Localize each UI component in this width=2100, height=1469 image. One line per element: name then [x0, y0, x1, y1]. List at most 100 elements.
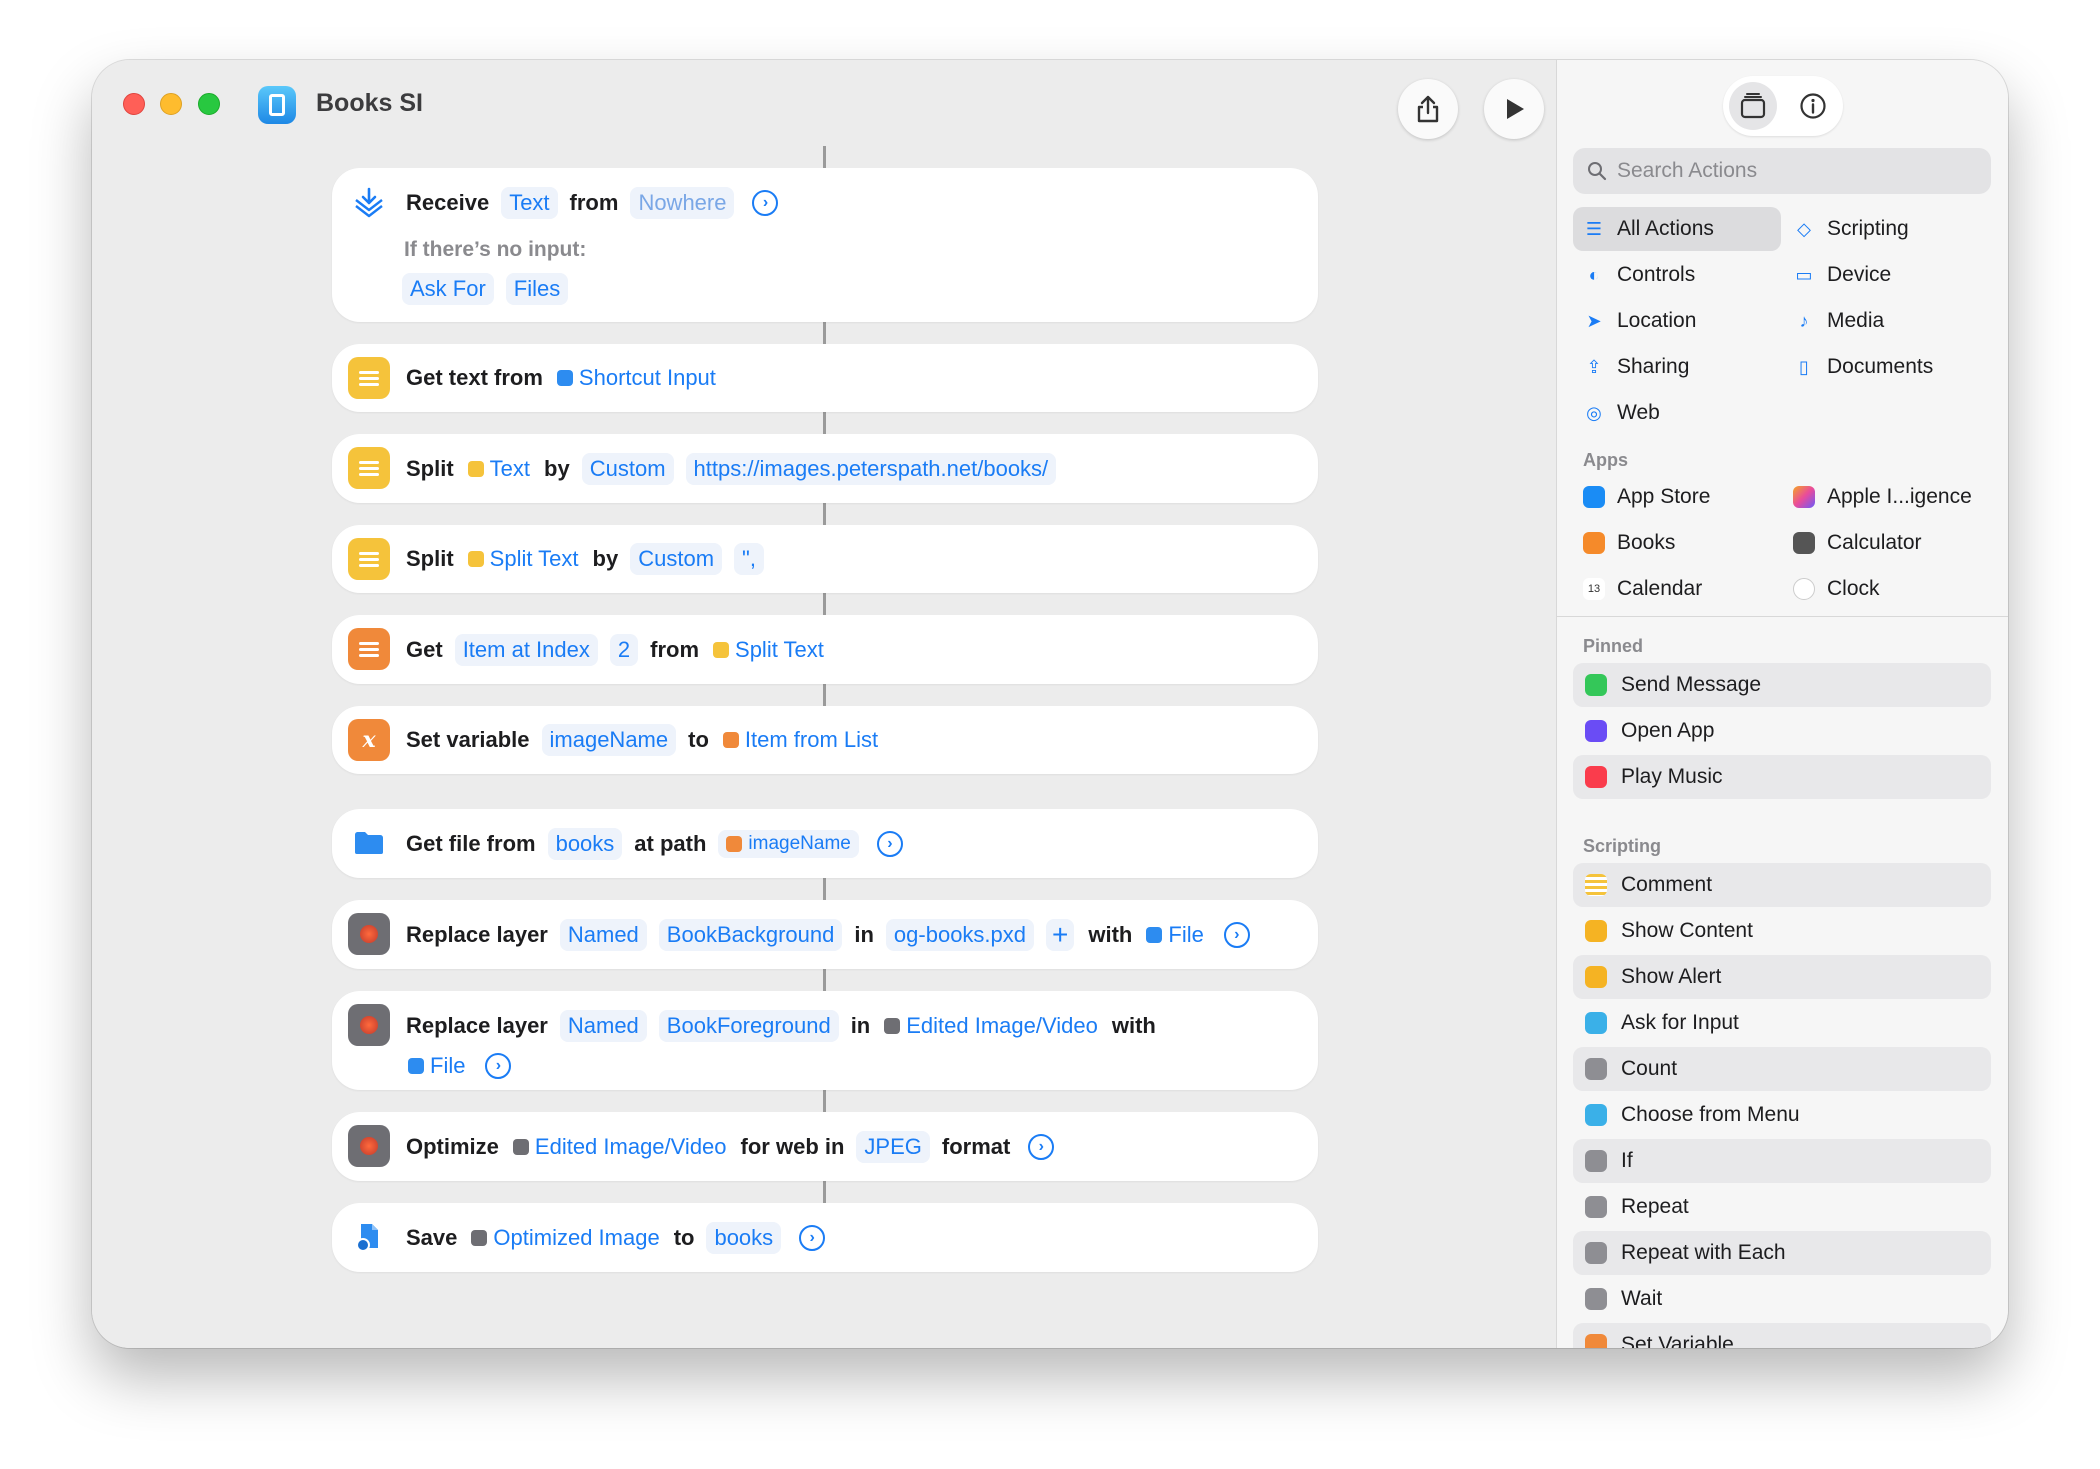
action-label: Show Alert	[1621, 965, 1722, 988]
zoom-button[interactable]	[198, 93, 220, 115]
edited-image-token[interactable]: Edited Image/Video	[882, 1010, 1100, 1042]
image-name-token[interactable]: imageName	[718, 830, 859, 858]
index-token[interactable]: 2	[609, 634, 639, 666]
input-type-token[interactable]: Text	[501, 187, 558, 219]
action-optimize[interactable]: Optimize Edited Image/Video for web in J…	[332, 1112, 1318, 1181]
search-input[interactable]	[1617, 159, 1977, 183]
action-set-variable[interactable]: x Set variable imageName to Item from Li…	[332, 706, 1318, 774]
split-text-variable-token[interactable]: Split Text	[711, 634, 826, 666]
pinned-send-message[interactable]: Send Message	[1573, 663, 1991, 707]
pinned-section-label: Pinned	[1583, 636, 1644, 656]
separator-mode-token[interactable]: Custom	[581, 453, 674, 485]
split-text-variable-text: Split Text	[489, 546, 579, 571]
share-icon	[1417, 95, 1439, 123]
scripting-set-variable[interactable]: Set Variable	[1573, 1323, 1991, 1348]
custom-separator-token[interactable]: ",	[734, 543, 764, 575]
expand-chevron-icon[interactable]: ›	[876, 831, 903, 857]
files-token[interactable]: Files	[505, 273, 569, 305]
scripting-count[interactable]: Count	[1573, 1047, 1991, 1091]
details-tab[interactable]	[1789, 82, 1837, 130]
app-calendar[interactable]: 13 Calendar	[1573, 567, 1781, 611]
expand-chevron-icon[interactable]: ›	[752, 190, 779, 216]
layer-name-token[interactable]: BookForeground	[658, 1010, 839, 1042]
category-web[interactable]: ◎ Web	[1573, 391, 1781, 435]
app-calculator[interactable]: Calculator	[1783, 521, 1991, 565]
shortcut-input-icon	[556, 370, 573, 386]
action-get-item[interactable]: Get Item at Index 2 from Split Text	[332, 615, 1318, 684]
split-text-icon	[467, 551, 484, 567]
scripting-show-alert[interactable]: Show Alert	[1573, 955, 1991, 999]
action-replace-layer[interactable]: Replace layer Named BookForeground in Ed…	[332, 991, 1318, 1090]
with-label: with	[1088, 922, 1133, 947]
action-get-file[interactable]: Get file from books at path imageName ›	[332, 809, 1318, 878]
shortcut-input-token[interactable]: Shortcut Input	[555, 362, 718, 394]
item-mode-token[interactable]: Item at Index	[454, 634, 598, 666]
action-replace-layer[interactable]: Replace layer Named BookBackground in og…	[332, 900, 1318, 969]
action-library-tab[interactable]	[1729, 82, 1777, 130]
scripting-if[interactable]: If	[1573, 1139, 1991, 1183]
file-variable-token[interactable]: File	[1144, 919, 1205, 951]
category-location[interactable]: ➤ Location	[1573, 299, 1781, 343]
ask-for-token[interactable]: Ask For	[402, 273, 494, 305]
layer-mode-token[interactable]: Named	[559, 919, 647, 951]
music-note-icon: ♪	[1799, 310, 1809, 331]
search-actions-field[interactable]	[1573, 148, 1991, 194]
share-button[interactable]	[1398, 79, 1458, 139]
app-apple-intelligence[interactable]: Apple I...igence	[1783, 475, 1991, 519]
edited-image-token[interactable]: Edited Image/Video	[511, 1131, 729, 1163]
custom-separator-token[interactable]: https://images.peterspath.net/books/	[685, 453, 1057, 485]
file-variable-token[interactable]: File	[406, 1050, 467, 1082]
menu-icon	[1585, 1104, 1607, 1126]
run-button[interactable]	[1484, 79, 1544, 139]
category-all-actions[interactable]: ☰ All Actions	[1573, 207, 1781, 251]
action-save[interactable]: Save Optimized Image to books ›	[332, 1203, 1318, 1272]
scripting-wait[interactable]: Wait	[1573, 1277, 1991, 1321]
action-split-text[interactable]: Split Text by Custom https://images.pete…	[332, 434, 1318, 503]
category-device[interactable]: ▭ Device	[1783, 253, 1991, 297]
app-books[interactable]: Books	[1573, 521, 1781, 565]
scripting-repeat-with-each[interactable]: Repeat with Each	[1573, 1231, 1991, 1275]
expand-chevron-icon[interactable]: ›	[485, 1053, 512, 1079]
scripting-choose-from-menu[interactable]: Choose from Menu	[1573, 1093, 1991, 1137]
category-controls[interactable]: ◐ Controls	[1573, 253, 1781, 297]
scripting-repeat[interactable]: Repeat	[1573, 1185, 1991, 1229]
scripting-comment[interactable]: Comment	[1573, 863, 1991, 907]
variable-name-token[interactable]: imageName	[541, 724, 677, 756]
scripting-show-content[interactable]: Show Content	[1573, 909, 1991, 953]
app-label: Clock	[1827, 577, 1880, 600]
category-media[interactable]: ♪ Media	[1783, 299, 1991, 343]
optimized-image-token[interactable]: Optimized Image	[469, 1222, 661, 1254]
expand-chevron-icon[interactable]: ›	[799, 1225, 826, 1251]
expand-chevron-icon[interactable]: ›	[1223, 922, 1250, 948]
split-text-variable-token[interactable]: Split Text	[466, 543, 581, 575]
category-scripting[interactable]: ◇ Scripting	[1783, 207, 1991, 251]
action-split-text[interactable]: Split Split Text by Custom ",	[332, 525, 1318, 593]
destination-folder-token[interactable]: books	[706, 1222, 782, 1254]
layer-mode-token[interactable]: Named	[559, 1010, 647, 1042]
app-app-store[interactable]: App Store	[1573, 475, 1781, 519]
add-icon[interactable]: +	[1046, 919, 1075, 951]
format-token[interactable]: JPEG	[856, 1131, 930, 1163]
document-token[interactable]: og-books.pxd	[885, 919, 1035, 951]
scripting-ask-for-input[interactable]: Ask for Input	[1573, 1001, 1991, 1045]
pinned-open-app[interactable]: Open App	[1573, 709, 1991, 753]
expand-chevron-icon[interactable]: ›	[1028, 1134, 1055, 1160]
app-store-icon	[1583, 486, 1605, 508]
action-receive[interactable]: Receive Text from Nowhere › If there’s n…	[332, 168, 1318, 322]
separator-mode-token[interactable]: Custom	[630, 543, 723, 575]
action-get-text[interactable]: Get text from Shortcut Input	[332, 344, 1318, 412]
books-shortcut-icon[interactable]	[258, 86, 296, 124]
minimize-button[interactable]	[160, 93, 182, 115]
category-sharing[interactable]: ⇪ Sharing	[1573, 345, 1781, 389]
window-title[interactable]: Books SI	[316, 89, 423, 118]
text-variable-token[interactable]: Text	[466, 453, 532, 485]
folder-token[interactable]: books	[547, 828, 623, 860]
layer-name-token[interactable]: BookBackground	[658, 919, 843, 951]
source-token[interactable]: Nowhere	[630, 187, 735, 219]
app-clock[interactable]: Clock	[1783, 567, 1991, 611]
pinned-play-music[interactable]: Play Music	[1573, 755, 1991, 799]
search-icon	[1588, 162, 1607, 181]
item-from-list-token[interactable]: Item from List	[721, 724, 880, 756]
close-button[interactable]	[123, 93, 145, 115]
category-documents[interactable]: ▯ Documents	[1783, 345, 1991, 389]
